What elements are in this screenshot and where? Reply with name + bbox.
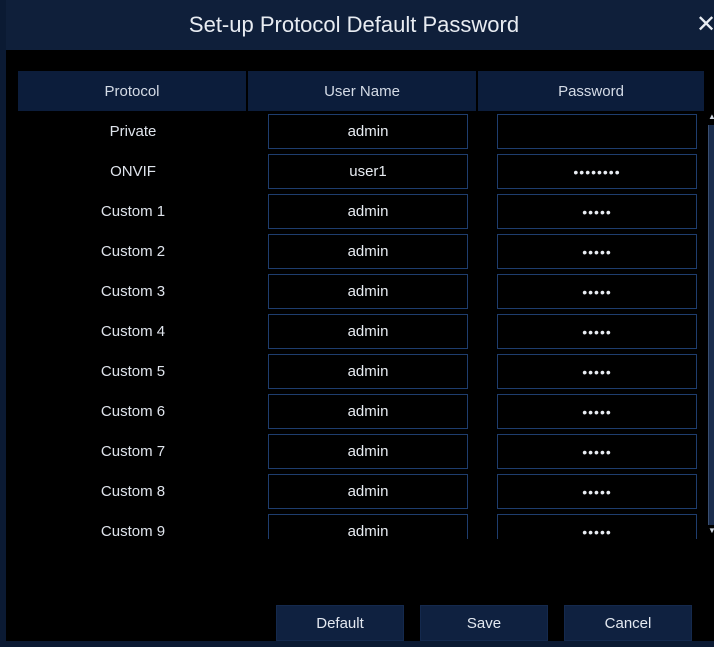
- protocol-label: Custom 7: [100, 442, 166, 460]
- close-icon[interactable]: ✕: [694, 12, 714, 38]
- dialog-title: Set-up Protocol Default Password: [188, 12, 520, 37]
- scroll-thumb[interactable]: [708, 125, 714, 525]
- table-row: Custom 3 admin •••••: [18, 271, 708, 311]
- user-name-input[interactable]: user1: [268, 154, 468, 189]
- table-row: Custom 9 admin •••••: [18, 511, 708, 539]
- user-name-input[interactable]: admin: [268, 354, 468, 389]
- table-body: Private admin ONVIF user1 •••••••• Custom 1 ad…: [18, 111, 708, 539]
- user-name-input[interactable]: admin: [268, 474, 468, 509]
- table-row: Private admin: [18, 111, 708, 151]
- user-name-input[interactable]: admin: [268, 274, 468, 309]
- table-row: Custom 6 admin •••••: [18, 391, 708, 431]
- password-input[interactable]: •••••: [497, 194, 697, 229]
- bottom-strip: [6, 641, 714, 647]
- user-name-input[interactable]: admin: [268, 114, 468, 149]
- protocol-label: Private: [109, 122, 157, 140]
- dialog-title-bar: Set-up Protocol Default Password ✕: [6, 0, 714, 50]
- table-row: ONVIF user1 ••••••••: [18, 151, 708, 191]
- user-name-input[interactable]: admin: [268, 394, 468, 429]
- protocol-label: ONVIF: [110, 162, 156, 180]
- default-button[interactable]: Default: [276, 605, 404, 641]
- table-row: Custom 4 admin •••••: [18, 311, 708, 351]
- cancel-button[interactable]: Cancel: [564, 605, 692, 641]
- user-name-input[interactable]: admin: [268, 314, 468, 349]
- column-header-password: Password: [478, 71, 706, 111]
- protocol-label: Custom 1: [100, 202, 166, 220]
- user-name-input[interactable]: admin: [268, 234, 468, 269]
- password-input[interactable]: •••••: [497, 354, 697, 389]
- user-name-input[interactable]: admin: [268, 514, 468, 539]
- protocol-password-dialog: Set-up Protocol Default Password ✕ Proto…: [6, 0, 714, 647]
- protocol-label: Custom 9: [100, 522, 166, 540]
- table-row: Custom 8 admin •••••: [18, 471, 708, 511]
- scroll-up-arrow-icon[interactable]: ▲: [708, 113, 714, 121]
- protocol-label: Custom 8: [100, 482, 166, 500]
- protocol-label: Custom 5: [100, 362, 166, 380]
- password-input[interactable]: [497, 114, 697, 149]
- password-input[interactable]: •••••: [497, 314, 697, 349]
- scroll-down-arrow-icon[interactable]: ▼: [708, 527, 714, 535]
- password-input[interactable]: •••••: [497, 474, 697, 509]
- table-header: Protocol User Name Password: [18, 71, 708, 111]
- password-input[interactable]: •••••: [497, 234, 697, 269]
- password-input[interactable]: •••••: [497, 514, 697, 539]
- password-input[interactable]: •••••: [497, 274, 697, 309]
- table-scrollbar[interactable]: ▲ ▼: [708, 111, 714, 539]
- table-row: Custom 1 admin •••••: [18, 191, 708, 231]
- user-name-input[interactable]: admin: [268, 434, 468, 469]
- table-row: Custom 2 admin •••••: [18, 231, 708, 271]
- password-input[interactable]: •••••: [497, 394, 697, 429]
- protocol-label: Custom 3: [100, 282, 166, 300]
- column-header-protocol: Protocol: [18, 71, 248, 111]
- user-name-input[interactable]: admin: [268, 194, 468, 229]
- column-header-user-name: User Name: [248, 71, 478, 111]
- table-row: Custom 5 admin •••••: [18, 351, 708, 391]
- table-row: Custom 7 admin •••••: [18, 431, 708, 471]
- save-button[interactable]: Save: [420, 605, 548, 641]
- protocol-label: Custom 2: [100, 242, 166, 260]
- protocol-label: Custom 6: [100, 402, 166, 420]
- password-input[interactable]: ••••••••: [497, 154, 697, 189]
- protocol-label: Custom 4: [100, 322, 166, 340]
- password-input[interactable]: •••••: [497, 434, 697, 469]
